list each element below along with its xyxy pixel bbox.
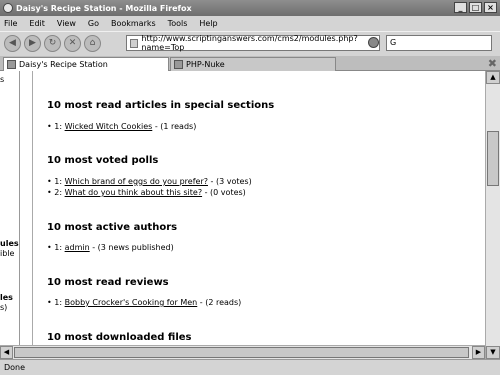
list-item: • 1: admin - (3 news published) xyxy=(47,243,174,252)
list-item: • 1: Which brand of eggs do you prefer? … xyxy=(47,177,252,186)
home-icon[interactable]: ⌂ xyxy=(84,35,101,52)
menu-bar: File Edit View Go Bookmarks Tools Help xyxy=(0,16,500,31)
close-tab-icon[interactable]: ✖ xyxy=(488,57,497,70)
menu-help[interactable]: Help xyxy=(199,19,217,28)
window-controls: _ □ × xyxy=(454,2,497,13)
page-icon xyxy=(130,38,139,48)
menu-file[interactable]: File xyxy=(4,19,17,28)
sidebar-fragment: s xyxy=(0,75,5,84)
reload-icon[interactable]: ↻ xyxy=(44,35,61,52)
tab-favicon-icon xyxy=(174,60,183,69)
address-text: http://www.scriptinganswers.com/cms2/mod… xyxy=(141,34,358,52)
section-title: 10 most active authors xyxy=(47,222,178,233)
status-bar: Done xyxy=(0,359,500,375)
list-item: • 2: What do you think about this site? … xyxy=(47,188,246,197)
minimize-icon[interactable]: _ xyxy=(454,2,467,13)
review-link[interactable]: Bobby Crocker's Cooking for Men xyxy=(65,298,198,307)
author-link[interactable]: admin xyxy=(65,243,90,252)
stop-icon[interactable]: ✕ xyxy=(64,35,81,52)
menu-view[interactable]: View xyxy=(57,19,76,28)
left-sidebar-fragment: s ules ible les s) xyxy=(0,71,20,359)
menu-tools[interactable]: Tools xyxy=(168,19,188,28)
tab-php-nuke[interactable]: PHP-Nuke xyxy=(170,57,336,71)
window-title: Daisy's Recipe Station - Mozilla Firefox xyxy=(16,3,192,13)
horizontal-scroll-thumb[interactable] xyxy=(14,347,469,358)
scroll-up-icon[interactable]: ▲ xyxy=(486,71,500,84)
status-text: Done xyxy=(4,363,26,372)
close-icon[interactable]: × xyxy=(484,2,497,13)
column-divider xyxy=(32,71,33,359)
sidebar-fragment: ible xyxy=(0,249,15,258)
menu-bookmarks[interactable]: Bookmarks xyxy=(111,19,156,28)
address-bar[interactable]: http://www.scriptinganswers.com/cms2/mod… xyxy=(126,34,380,52)
forward-icon[interactable]: ▶ xyxy=(24,35,41,52)
maximize-icon[interactable]: □ xyxy=(469,2,482,13)
scroll-left-icon[interactable]: ◀ xyxy=(0,346,13,359)
horizontal-scrollbar[interactable]: ◀ ▶ xyxy=(0,345,485,359)
scroll-right-icon[interactable]: ▶ xyxy=(472,346,485,359)
poll-link[interactable]: What do you think about this site? xyxy=(65,188,202,197)
scroll-down-icon[interactable]: ▼ xyxy=(486,346,500,359)
tab-strip: Daisy's Recipe Station PHP-Nuke ✖ xyxy=(0,56,500,71)
back-icon[interactable]: ◀ xyxy=(4,35,21,52)
list-item: • 1: Wicked Witch Cookies - (1 reads) xyxy=(47,122,197,131)
article-link[interactable]: Wicked Witch Cookies xyxy=(65,122,153,131)
tab-label: Daisy's Recipe Station xyxy=(19,60,108,69)
section-title: 10 most read articles in special section… xyxy=(47,100,275,111)
sidebar-fragment: les xyxy=(0,293,13,302)
section-title: 10 most voted polls xyxy=(47,155,159,166)
firefox-icon xyxy=(3,3,13,13)
sidebar-fragment: s) xyxy=(0,303,8,312)
poll-link[interactable]: Which brand of eggs do you prefer? xyxy=(65,177,208,186)
sidebar-fragment: ules xyxy=(0,239,19,248)
menu-go[interactable]: Go xyxy=(88,19,99,28)
go-icon[interactable] xyxy=(368,37,379,48)
list-item: • 1: Bobby Crocker's Cooking for Men - (… xyxy=(47,298,242,307)
tab-label: PHP-Nuke xyxy=(186,60,225,69)
window-titlebar: Daisy's Recipe Station - Mozilla Firefox… xyxy=(0,0,500,16)
tab-favicon-icon xyxy=(7,60,16,69)
vertical-scrollbar[interactable]: ▲ ▼ xyxy=(485,71,500,359)
section-title: 10 most downloaded files xyxy=(47,332,192,343)
navigation-toolbar: ◀ ▶ ↻ ✕ ⌂ http://www.scriptinganswers.co… xyxy=(0,31,500,55)
vertical-scroll-thumb[interactable] xyxy=(487,131,499,186)
tab-daisys-recipe-station[interactable]: Daisy's Recipe Station xyxy=(3,57,169,71)
search-input[interactable]: G xyxy=(386,35,492,51)
section-title: 10 most read reviews xyxy=(47,277,169,288)
search-engine-label: G xyxy=(390,38,397,47)
page-viewport: s ules ible les s) 10 most read articles… xyxy=(0,71,500,359)
menu-edit[interactable]: Edit xyxy=(29,19,45,28)
